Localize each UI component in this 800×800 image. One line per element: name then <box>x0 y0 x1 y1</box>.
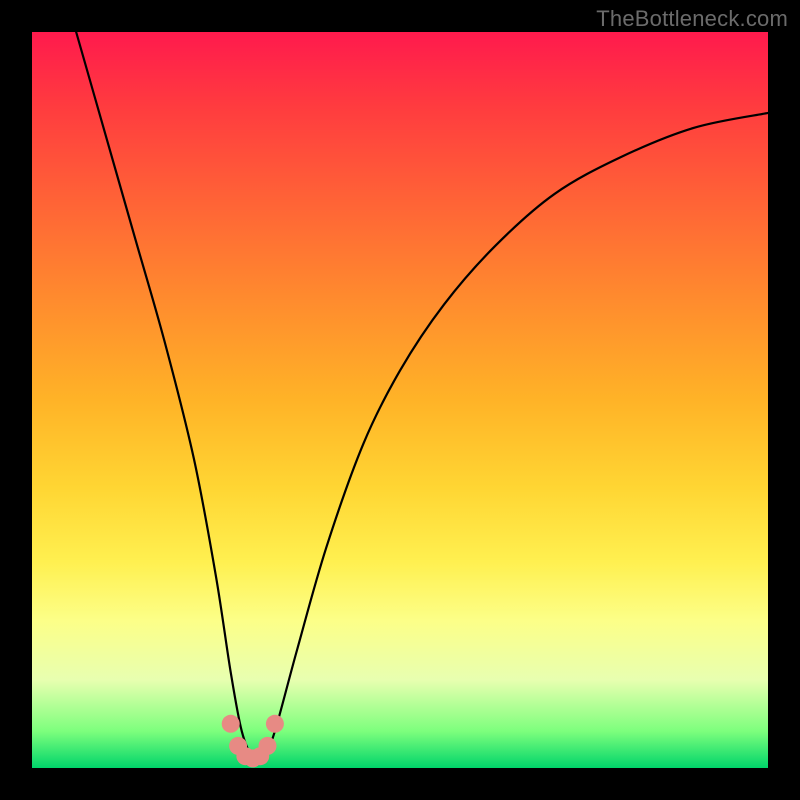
plot-area <box>32 32 768 768</box>
valley-markers <box>222 715 284 768</box>
watermark-text: TheBottleneck.com <box>596 6 788 32</box>
valley-marker <box>259 737 277 755</box>
valley-marker <box>266 715 284 733</box>
chart-svg <box>32 32 768 768</box>
bottleneck-curve <box>76 32 768 760</box>
chart-frame: TheBottleneck.com <box>0 0 800 800</box>
valley-marker <box>222 715 240 733</box>
